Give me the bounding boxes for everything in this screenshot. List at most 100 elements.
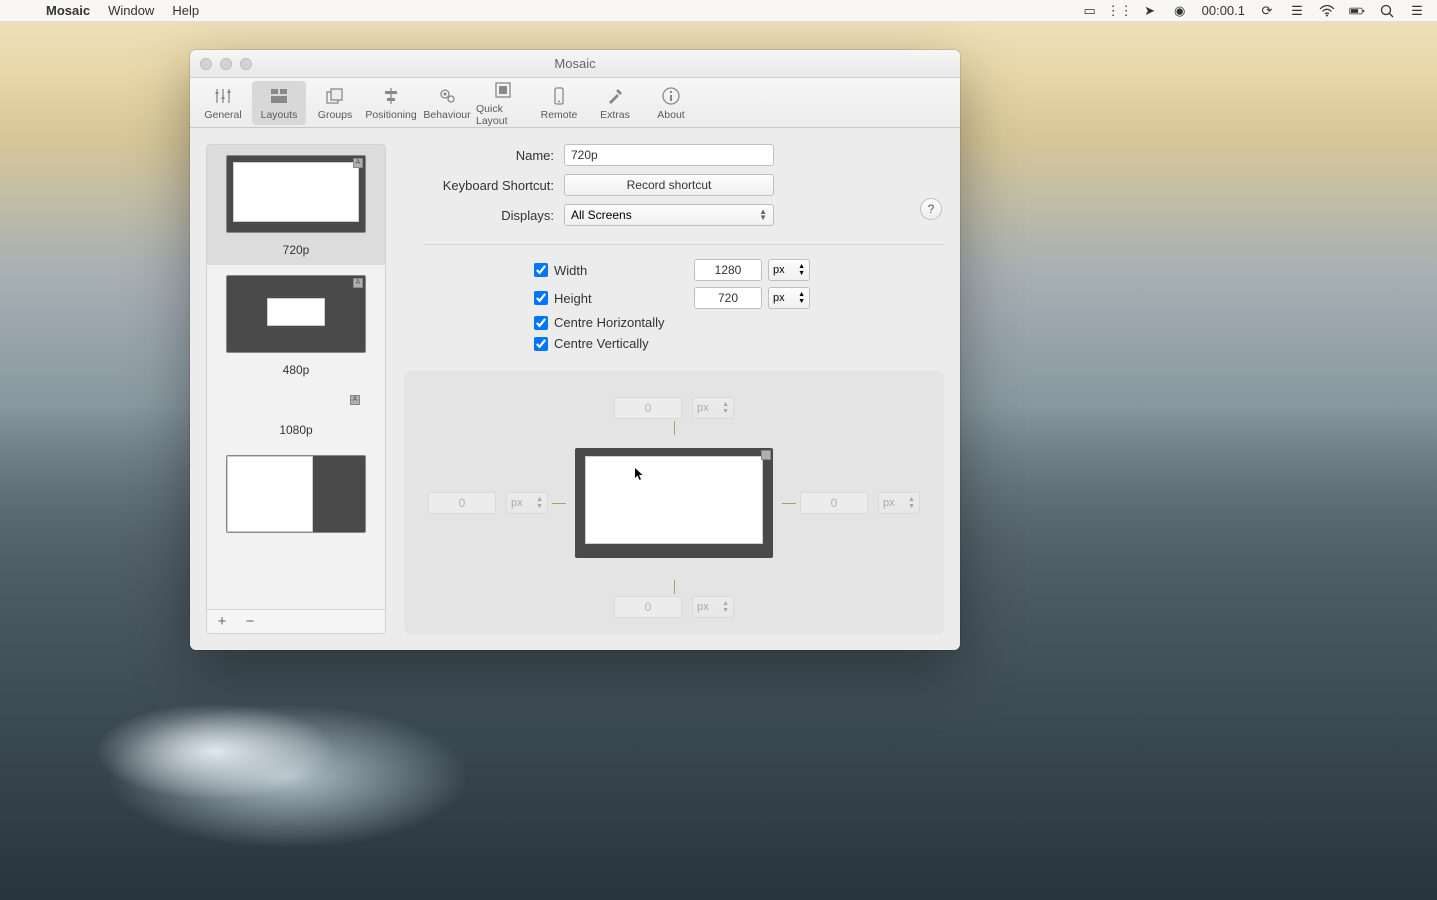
menubar-app-name[interactable]: Mosaic [46,3,90,18]
stack-icon [324,85,346,107]
cursor-icon [634,467,644,481]
margin-top-field[interactable] [614,397,682,419]
toolbar-general[interactable]: General [196,81,250,125]
displays-label: Displays: [404,208,554,223]
toolbar-about[interactable]: About [644,81,698,125]
remove-button[interactable]: − [241,613,259,631]
toolbar-layouts[interactable]: Layouts [252,81,306,125]
layout-thumb [226,455,366,533]
chevron-updown-icon: ▲▼ [908,496,915,510]
wifi-icon[interactable] [1319,3,1335,19]
toolbar-quicklayout-label: Quick Layout [476,103,530,127]
record-icon[interactable]: ◉ [1172,3,1188,19]
add-button[interactable]: + [213,613,231,631]
toolbar-extras[interactable]: Extras [588,81,642,125]
name-field[interactable] [564,144,774,166]
chevron-updown-icon: ▲▼ [722,600,729,614]
margin-right-unit[interactable]: px ▲▼ [878,492,920,514]
dropbox-icon[interactable]: ⋮⋮ [1112,3,1128,19]
toolbar-positioning[interactable]: Positioning [364,81,418,125]
width-unit-select[interactable]: px ▲▼ [768,259,810,281]
menubar-help[interactable]: Help [172,3,199,18]
toolbar-remote[interactable]: Remote [532,81,586,125]
name-label: Name: [404,148,554,163]
chevron-updown-icon: ▲▼ [536,496,543,510]
margin-right-field[interactable] [800,492,868,514]
connector-icon [674,580,675,594]
notification-icon[interactable]: ☰ [1409,3,1425,19]
width-checkbox[interactable]: Width [534,263,694,278]
layout-thumb: A [226,275,366,353]
menubar-clock[interactable]: 00:00.1 [1202,3,1245,18]
centre-h-checkbox-input[interactable] [534,316,548,330]
sidebar-footer: + − [207,609,385,633]
layout-item-480p[interactable]: A 480p [207,265,385,385]
toolbar-quicklayout[interactable]: Quick Layout [476,75,530,131]
gear-icon [436,85,458,107]
shortcut-label: Keyboard Shortcut: [404,178,554,193]
layout-item-label: 720p [215,243,377,257]
centre-h-label: Centre Horizontally [554,315,665,330]
width-field[interactable] [694,259,762,281]
height-field[interactable] [694,287,762,309]
help-button[interactable]: ? [920,198,942,220]
sync-icon[interactable]: ⟳ [1259,3,1275,19]
toolbar-layouts-label: Layouts [261,109,298,121]
spotlight-icon[interactable] [1379,3,1395,19]
corner-badge-icon: A [353,158,363,168]
centre-v-checkbox[interactable]: Centre Vertically [534,336,694,351]
margin-left-field[interactable] [428,492,496,514]
height-checkbox-input[interactable] [534,291,548,305]
connector-icon [552,503,566,504]
display-icon[interactable]: ▭ [1082,3,1098,19]
titlebar[interactable]: Mosaic [190,50,960,78]
apple-icon[interactable] [12,3,28,19]
layout-item-1080p[interactable]: A 1080p [207,385,385,445]
toolbar-behaviour-label: Behaviour [423,109,470,121]
centre-v-checkbox-input[interactable] [534,337,548,351]
info-icon [660,85,682,107]
chevron-updown-icon: ▲▼ [798,263,805,277]
toolbar-behaviour[interactable]: Behaviour [420,81,474,125]
margin-right-group: px ▲▼ [800,492,920,514]
margin-top-group: px ▲▼ [614,397,734,419]
toolbar-groups[interactable]: Groups [308,81,362,125]
width-checkbox-input[interactable] [534,263,548,277]
corner-badge-icon: A [353,278,363,288]
preview-window [585,456,763,544]
toolbar-general-label: General [204,109,241,121]
tools-icon [604,85,626,107]
displays-select[interactable]: All Screens ▲▼ [564,204,774,226]
preview-area: px ▲▼ px ▲▼ px ▲▼ [404,371,944,634]
toolbar-positioning-label: Positioning [365,109,416,121]
grid-icon [268,85,290,107]
toolbar-remote-label: Remote [541,109,578,121]
margin-top-unit[interactable]: px ▲▼ [692,397,734,419]
quicklayout-icon [492,79,514,101]
corner-badge-icon: A [350,395,360,405]
layout-item-4[interactable] [207,445,385,551]
chevron-updown-icon: ▲▼ [722,401,729,415]
layout-item-label: 480p [215,363,377,377]
battery-icon[interactable] [1349,3,1365,19]
menubar-window[interactable]: Window [108,3,154,18]
margin-bottom-unit[interactable]: px ▲▼ [692,596,734,618]
centre-v-label: Centre Vertically [554,336,649,351]
toolbar-extras-label: Extras [600,109,630,121]
toolbar-groups-label: Groups [318,109,352,121]
connector-icon [674,421,675,435]
record-shortcut-button[interactable]: Record shortcut [564,174,774,196]
layout-item-720p[interactable]: A 720p [207,145,385,265]
margin-left-unit[interactable]: px ▲▼ [506,492,548,514]
main-panel: Name: Keyboard Shortcut: Record shortcut… [404,144,944,634]
margin-bottom-field[interactable] [614,596,682,618]
height-checkbox[interactable]: Height [534,291,694,306]
connector-icon [782,503,796,504]
location-icon[interactable]: ➤ [1142,3,1158,19]
centre-h-checkbox[interactable]: Centre Horizontally [534,315,694,330]
preview-screen[interactable] [575,448,773,558]
height-unit-select[interactable]: px ▲▼ [768,287,810,309]
divider [424,244,944,245]
preferences-window: Mosaic General Layouts Groups Positionin… [190,50,960,650]
timemachine-icon[interactable]: ☰ [1289,3,1305,19]
